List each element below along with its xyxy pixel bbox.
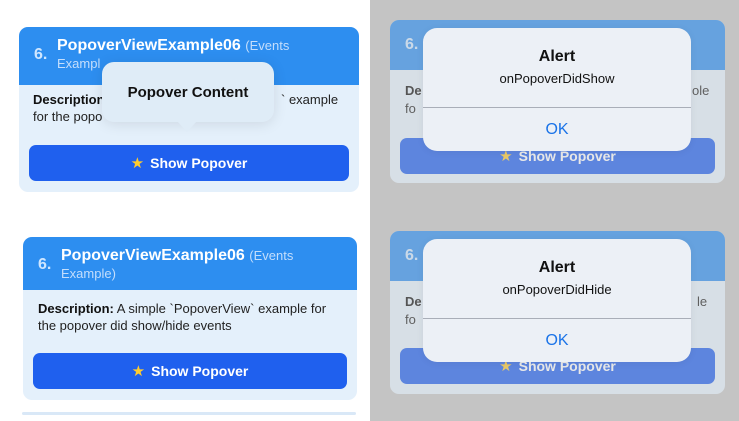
next-card-edge: [22, 412, 356, 415]
alert-dialog: Alert onPopoverDidHide OK: [423, 239, 691, 362]
description-fragment: le: [697, 294, 708, 309]
description-label-fragment: De: [405, 83, 422, 98]
popover-content: Popover Content: [127, 83, 249, 101]
description-label: Description: [33, 92, 105, 107]
show-popover-label: Show Popover: [150, 155, 248, 171]
alert-title: Alert: [538, 259, 576, 276]
card-title-line: PopoverViewExample06 (Events Example): [61, 247, 349, 283]
star-icon: ★: [131, 363, 146, 380]
star-icon: ★: [130, 155, 145, 172]
card-description: Description: A simple `PopoverView` exam…: [23, 290, 357, 344]
popover: Popover Content: [102, 62, 274, 122]
card-subtitle: (Events: [249, 248, 294, 263]
example-card: 6. PopoverViewExample06 (Events Example)…: [23, 237, 357, 400]
card-title: PopoverViewExample06: [61, 247, 245, 264]
card-subtitle: (Events: [245, 38, 290, 53]
description-label: Description:: [38, 301, 114, 316]
description-fragment: for the popo: [33, 109, 103, 124]
alert-ok-button[interactable]: OK: [423, 319, 691, 362]
alert-message: onPopoverDidHide: [502, 282, 612, 297]
panel-alert-did-show: 6. De fo ole ★ Show Popover Alert onPopo…: [370, 0, 739, 210]
description-fragment: ole: [692, 83, 710, 98]
show-popover-button[interactable]: ★ Show Popover: [33, 353, 347, 389]
card-index: 6.: [38, 256, 52, 273]
card-index: 6.: [405, 247, 419, 264]
card-subtitle-continued: Example): [61, 266, 116, 281]
show-popover-label: Show Popover: [151, 363, 249, 379]
panel-alert-did-hide: 6. De fo le ★ Show Popover Alert onPopov…: [370, 210, 739, 421]
alert-title: Alert: [538, 48, 576, 65]
alert-ok-button[interactable]: OK: [423, 108, 691, 151]
popover-arrow: [177, 121, 197, 132]
card-subtitle-fragment: Exampl: [57, 56, 101, 71]
show-popover-button[interactable]: ★ Show Popover: [29, 145, 349, 181]
panel-example-card: 6. PopoverViewExample06 (Events Example)…: [0, 210, 370, 421]
alert-dialog: Alert onPopoverDidShow OK: [423, 28, 691, 151]
card-header: 6. PopoverViewExample06 (Events Example): [23, 237, 357, 290]
card-title: PopoverViewExample06: [57, 37, 241, 54]
alert-message: onPopoverDidShow: [499, 71, 615, 86]
card-index: 6.: [405, 36, 419, 53]
description-label-fragment: De: [405, 294, 422, 309]
description-fragment: fo: [405, 312, 416, 327]
description-fragment: fo: [405, 101, 416, 116]
panel-popover-shown: 6. PopoverViewExample06 (Events Exampl D…: [0, 0, 370, 210]
card-index: 6.: [34, 46, 48, 63]
description-fragment: ` example: [281, 92, 339, 107]
